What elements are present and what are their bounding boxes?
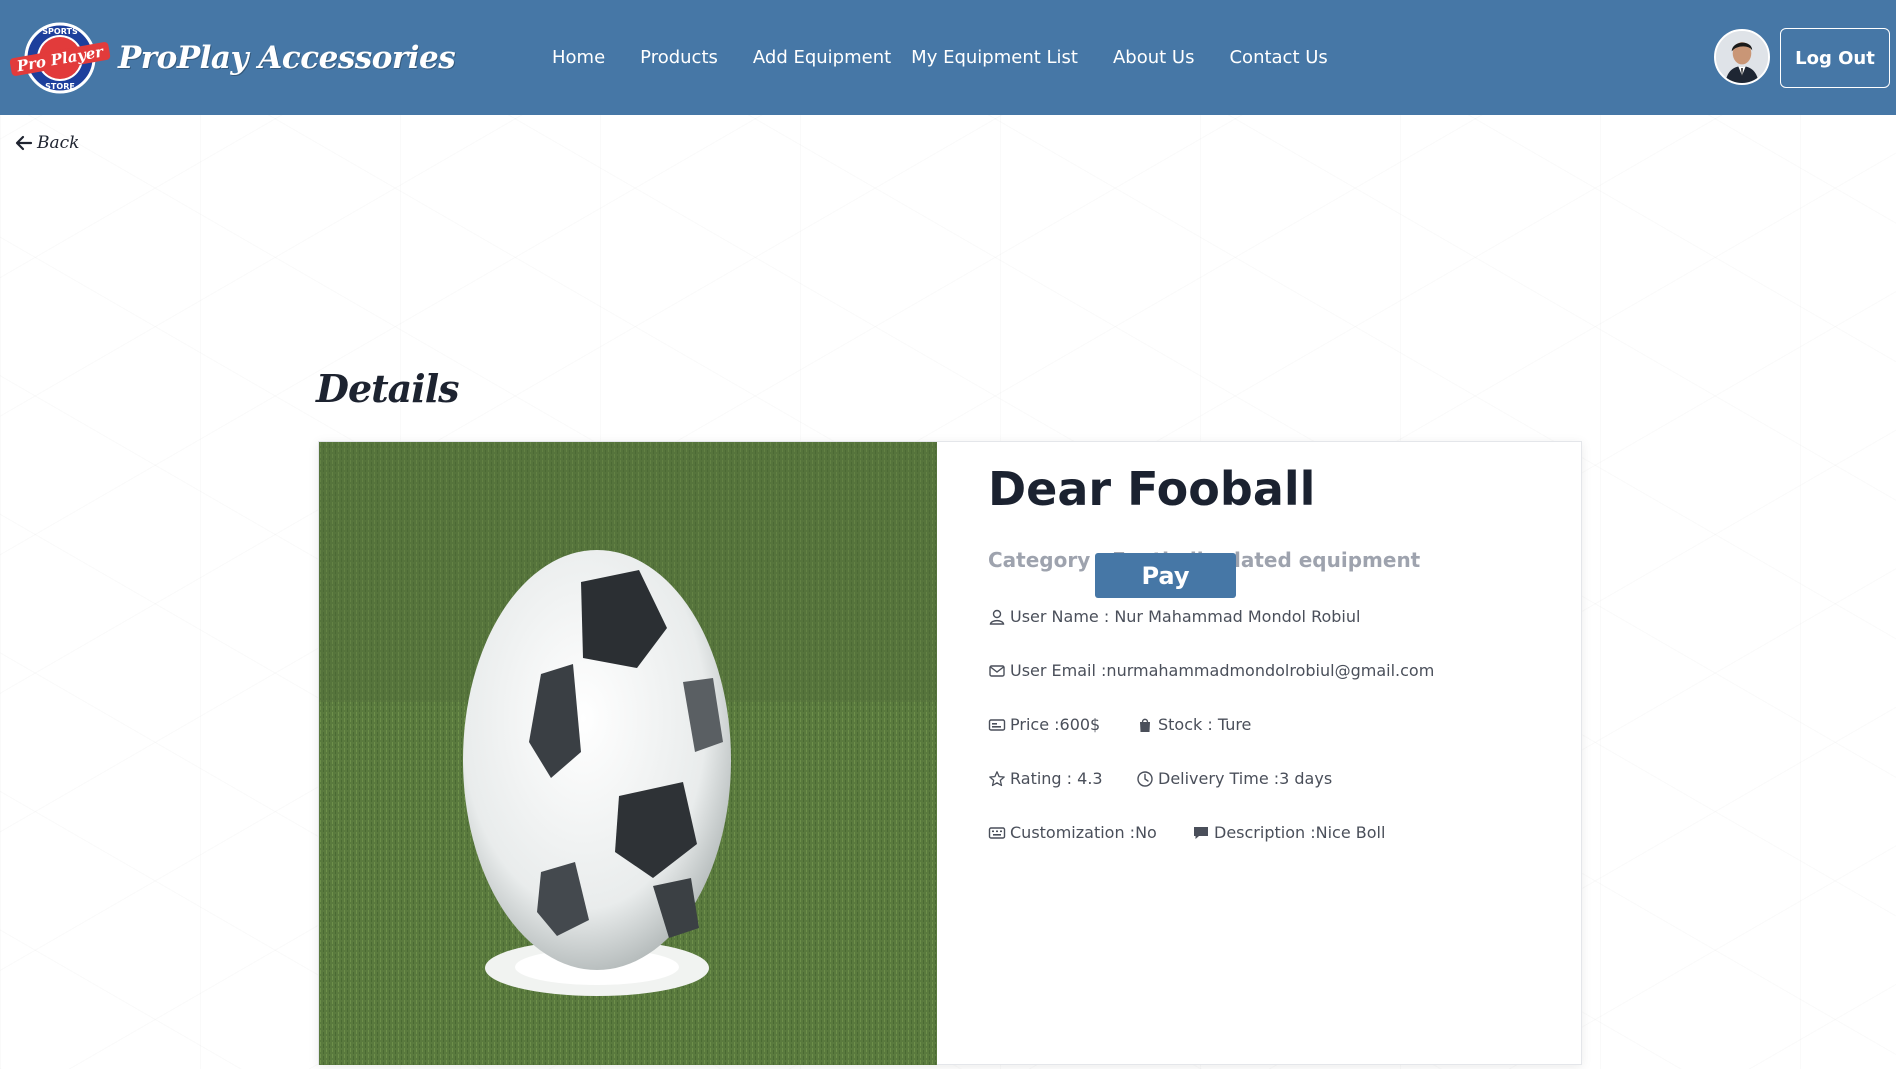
clock-icon: [1137, 770, 1153, 787]
back-link[interactable]: Back: [14, 133, 79, 153]
logout-button[interactable]: Log Out: [1780, 28, 1890, 88]
detail-stock: Stock : Ture: [1136, 715, 1251, 734]
customization-text: Customization :No: [1010, 823, 1157, 842]
product-title: Dear Fooball: [988, 462, 1316, 516]
detail-row-price-stock: Price :600$ Stock : Ture: [988, 715, 1251, 734]
football-image: [319, 442, 937, 1065]
detail-delivery-time: Delivery Time :3 days: [1136, 769, 1332, 788]
description-text: Description :Nice Boll: [1214, 823, 1386, 842]
detail-customization: Customization :No: [988, 823, 1192, 842]
product-detail-card: Dear Fooball Category : Football related…: [318, 441, 1582, 1065]
brand-name: ProPlay Accessories: [118, 40, 456, 76]
logo-text-top: SPORTS: [42, 27, 78, 36]
back-label: Back: [37, 133, 80, 153]
star-icon: [989, 770, 1005, 786]
keyboard-icon: [988, 826, 1006, 839]
detail-user-email: User Email :nurmahammadmondolrobiul@gmai…: [988, 661, 1434, 680]
detail-row-email: User Email :nurmahammadmondolrobiul@gmai…: [988, 661, 1434, 680]
navbar: SPORTS STORE Pro Player ProPlay Accessor…: [0, 0, 1896, 115]
detail-user-name: User Name : Nur Mahammad Mondol Robiul: [988, 607, 1360, 626]
nav-link-add-equipment[interactable]: Add Equipment: [753, 47, 891, 68]
shopping-bag-icon: [1140, 718, 1150, 732]
rating-text: Rating : 4.3: [1010, 769, 1103, 788]
detail-row-rating-delivery: Rating : 4.3 Delivery Time :3 days: [988, 769, 1332, 788]
arrow-left-icon: [15, 135, 33, 151]
detail-row-custom-desc: Customization :No Description :Nice Boll: [988, 823, 1385, 842]
detail-price: Price :600$: [988, 715, 1136, 734]
logo-text-bottom: STORE: [45, 82, 75, 91]
user-avatar[interactable]: [1714, 29, 1770, 85]
main-nav: Home Products Add Equipment My Equipment…: [552, 0, 1363, 115]
nav-link-about-us[interactable]: About Us: [1113, 47, 1195, 68]
nav-link-my-equipment-list[interactable]: My Equipment List: [911, 47, 1078, 68]
nav-link-products[interactable]: Products: [640, 47, 718, 68]
user-icon: [989, 609, 1005, 625]
page-heading: Details: [316, 366, 460, 411]
brand-logo: SPORTS STORE Pro Player: [9, 22, 111, 94]
user-email-text: User Email :nurmahammadmondolrobiul@gmai…: [1010, 661, 1435, 680]
pay-button[interactable]: Pay: [1095, 553, 1236, 598]
nav-link-contact-us[interactable]: Contact Us: [1229, 47, 1327, 68]
envelope-icon: [989, 664, 1005, 677]
comment-icon: [1194, 826, 1208, 839]
detail-rating: Rating : 4.3: [988, 769, 1136, 788]
stock-text: Stock : Ture: [1158, 715, 1252, 734]
user-name-text: User Name : Nur Mahammad Mondol Robiul: [1010, 607, 1361, 626]
product-image: [319, 442, 937, 1065]
detail-description: Description :Nice Boll: [1192, 823, 1385, 842]
price-tag-icon: [988, 718, 1006, 731]
avatar-image: [1716, 31, 1768, 83]
price-text: Price :600$: [1010, 715, 1101, 734]
detail-row-user: User Name : Nur Mahammad Mondol Robiul: [988, 607, 1360, 626]
nav-link-home[interactable]: Home: [552, 47, 605, 68]
brand[interactable]: SPORTS STORE Pro Player ProPlay Accessor…: [8, 20, 456, 96]
delivery-time-text: Delivery Time :3 days: [1158, 769, 1333, 788]
